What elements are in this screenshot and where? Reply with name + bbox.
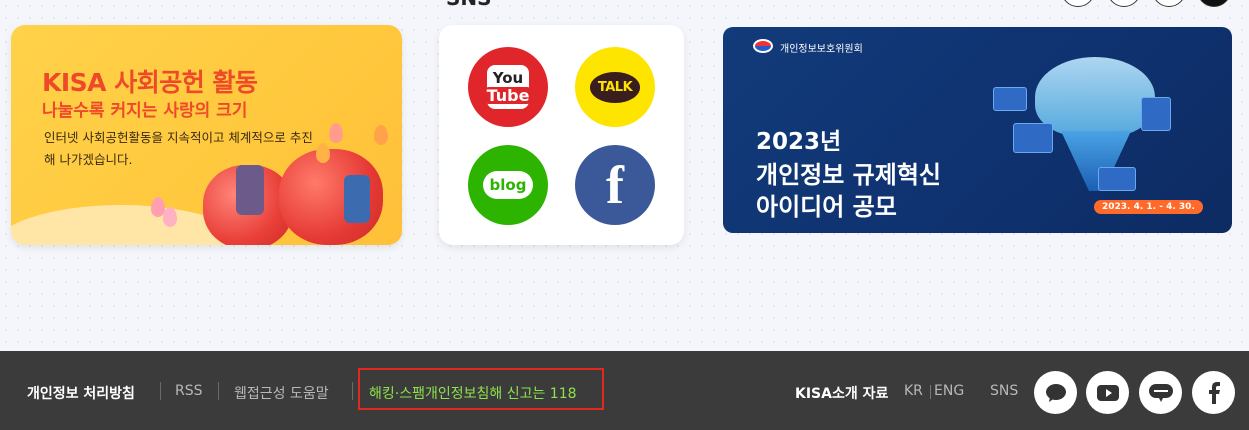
contest-title-line2: 아이디어 공모 [756, 193, 897, 221]
footer-divider [218, 382, 219, 400]
chat-bubble-icon [1045, 383, 1066, 402]
footer-blog-button[interactable] [1139, 371, 1182, 414]
leaf-decoration [329, 123, 343, 143]
screen-illustration [1013, 123, 1053, 153]
kisa-intro-link[interactable]: KISA소개 자료 [795, 383, 888, 403]
screen-illustration [1141, 97, 1171, 131]
facebook-icon [1208, 381, 1220, 404]
banner-description: 인터넷 사회공헌활동을 지속적이고 체계적으로 추진해 나가겠습니다. [44, 130, 313, 167]
footer-talk-button[interactable] [1034, 371, 1077, 414]
government-emblem-icon [753, 39, 773, 53]
footer-youtube-button[interactable] [1086, 371, 1129, 414]
person-illustration [344, 175, 370, 223]
rss-link[interactable]: RSS [175, 383, 203, 399]
language-kr-link[interactable]: KR [904, 383, 923, 399]
sns-section-title: SNS [446, 0, 492, 10]
facebook-icon: f [606, 155, 624, 215]
person-illustration [236, 165, 264, 215]
sns-card: You Tube TALK blog f [439, 25, 684, 245]
blog-button[interactable]: blog [468, 145, 548, 225]
banner-title: KISA 사회공헌 활동 [42, 68, 258, 97]
language-en-link[interactable]: ENG [934, 383, 964, 399]
carousel-nav-button[interactable] [1107, 0, 1141, 7]
footer-facebook-button[interactable] [1192, 371, 1235, 414]
blog-icon: blog [482, 171, 534, 199]
leaf-decoration [374, 125, 388, 145]
contest-period-badge: 2023. 4. 1. - 4. 30. [1094, 200, 1203, 214]
footer-divider [352, 382, 353, 400]
contest-year: 2023년 [756, 129, 842, 155]
contest-title-line1: 개인정보 규제혁신 [756, 161, 941, 189]
carousel-nav-button[interactable] [1152, 0, 1186, 7]
sns-label: SNS [990, 383, 1019, 399]
youtube-tube-text: Tube [484, 86, 532, 105]
language-divider [930, 385, 931, 399]
screen-illustration [1098, 167, 1136, 191]
facebook-button[interactable]: f [575, 145, 655, 225]
carousel-nav-button-active[interactable] [1197, 0, 1231, 7]
privacy-contest-banner[interactable]: 개인정보보호위원회 2023년 개인정보 규제혁신 아이디어 공모 2023. … [723, 27, 1232, 233]
youtube-icon: You Tube [484, 65, 532, 109]
funnel-illustration [1035, 57, 1155, 137]
screen-illustration [993, 87, 1027, 111]
leaf-decoration [163, 207, 177, 227]
kakaotalk-icon: TALK [589, 71, 641, 103]
youtube-button[interactable]: You Tube [468, 47, 548, 127]
organization-name: 개인정보보호위원회 [780, 44, 863, 55]
youtube-you-text: You [492, 69, 524, 87]
carousel-nav-button[interactable] [1061, 0, 1095, 7]
blog-icon [1148, 383, 1173, 402]
banner-subtitle: 나눌수록 커지는 사랑의 크기 [42, 101, 248, 121]
report-118-link[interactable]: 해킹·스팸개인정보침해 신고는 118 [369, 383, 577, 403]
kakaotalk-button[interactable]: TALK [575, 47, 655, 127]
accessibility-link[interactable]: 웹접근성 도움말 [234, 383, 329, 403]
youtube-icon [1096, 384, 1119, 401]
privacy-policy-link[interactable]: 개인정보 처리방침 [27, 383, 135, 403]
social-contribution-banner[interactable]: KISA 사회공헌 활동 나눌수록 커지는 사랑의 크기 인터넷 사회공헌활동을… [11, 25, 402, 245]
footer-divider [160, 382, 161, 400]
